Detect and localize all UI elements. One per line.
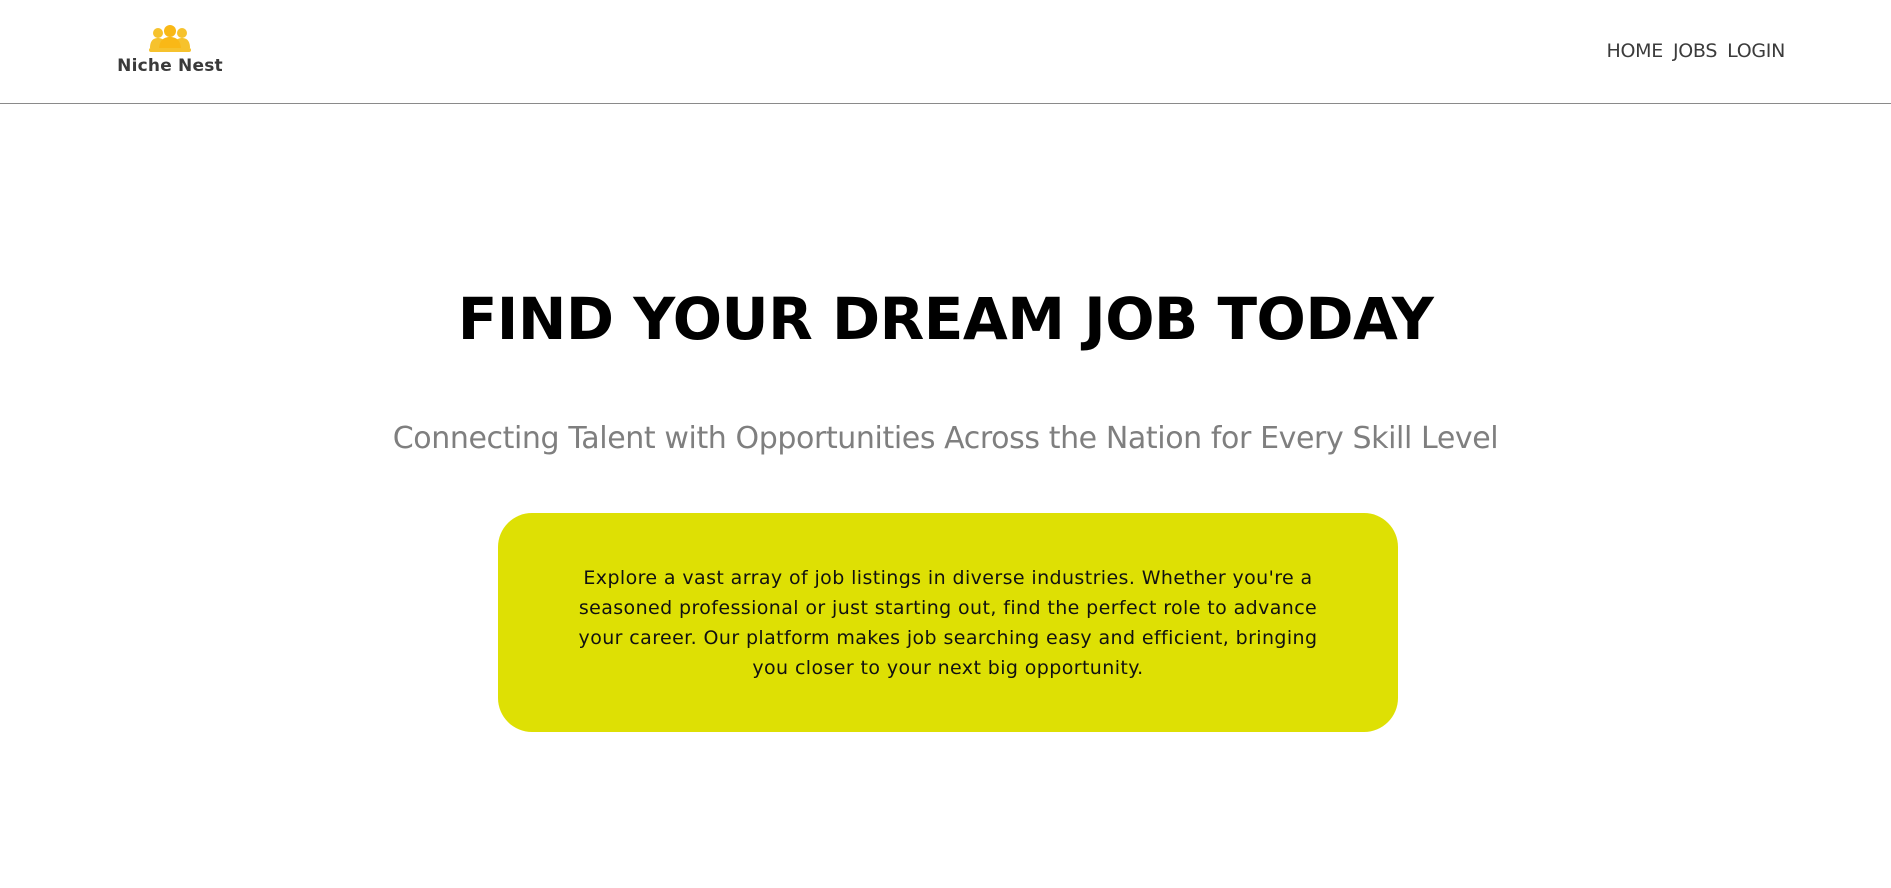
info-card: Explore a vast array of job listings in … — [498, 513, 1398, 732]
hero-title: FIND YOUR DREAM JOB TODAY — [457, 285, 1434, 353]
brand-logo[interactable]: Niche Nest — [116, 24, 224, 80]
people-group-icon — [149, 25, 191, 52]
info-card-text: Explore a vast array of job listings in … — [578, 566, 1318, 679]
nav-login-link[interactable]: LOGIN — [1727, 40, 1785, 62]
brand-name: Niche Nest — [117, 56, 223, 76]
nav-home-link[interactable]: HOME — [1607, 40, 1664, 62]
hero-subtitle: Connecting Talent with Opportunities Acr… — [392, 421, 1499, 456]
nav-jobs-link[interactable]: JOBS — [1673, 40, 1717, 62]
site-header: Niche Nest HOME JOBS LOGIN — [0, 0, 1891, 104]
main-nav: HOME JOBS LOGIN — [1607, 40, 1786, 62]
